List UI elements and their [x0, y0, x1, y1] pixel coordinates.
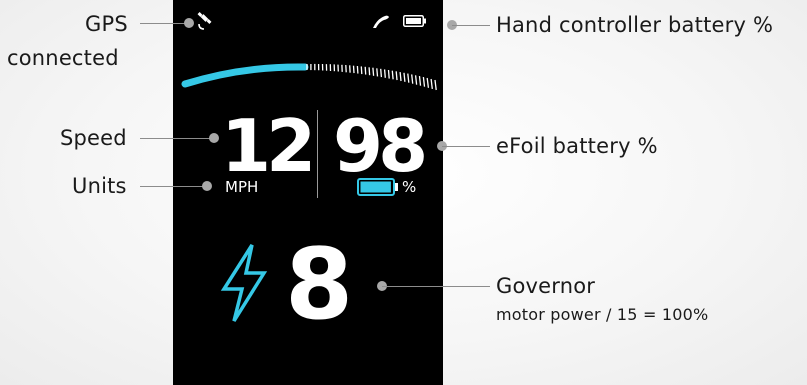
gps-marker-dot — [184, 18, 194, 28]
units-label: Units — [72, 174, 127, 198]
arc-tick — [407, 73, 410, 83]
efoil-battery-label: eFoil battery % — [496, 134, 658, 158]
divider — [317, 110, 318, 198]
speed-leader-line — [140, 138, 212, 139]
governor-subtitle: motor power / 15 = 100% — [496, 305, 709, 324]
arc-tick — [411, 74, 414, 84]
speed-marker-dot — [209, 133, 219, 143]
efoil-battery-value: 98 — [333, 104, 428, 188]
speed-arc-ticks — [306, 63, 437, 91]
arc-tick — [430, 78, 433, 89]
governor-leader-line — [382, 286, 490, 287]
arc-tick — [352, 65, 355, 74]
gps-label-connected: connected — [7, 46, 119, 70]
gps-label: GPS — [85, 12, 128, 36]
efoil-battery-icon — [357, 178, 398, 196]
units-marker-dot — [202, 181, 212, 191]
arc-tick — [395, 71, 398, 81]
speed-arc-gauge — [181, 63, 437, 91]
governor-value: 8 — [285, 228, 353, 342]
arc-tick — [434, 79, 437, 91]
arc-tick — [360, 66, 363, 75]
hand-battery-leader-line — [452, 25, 490, 26]
arc-tick — [414, 75, 418, 85]
arc-tick — [356, 65, 359, 74]
battery-icon — [403, 15, 426, 27]
arc-tick — [403, 72, 406, 82]
arc-tick — [426, 77, 430, 88]
lightning-bolt-icon — [220, 244, 268, 322]
arc-tick — [399, 72, 402, 82]
arc-tick — [387, 69, 390, 79]
hand-controller-icon — [373, 15, 389, 28]
governor-label: Governor — [496, 274, 596, 298]
satellite-icon — [197, 12, 212, 30]
arc-tick — [422, 77, 426, 87]
arc-tick — [391, 70, 394, 80]
arc-tick — [380, 68, 383, 78]
arc-tick — [372, 67, 375, 76]
speed-value: 12 — [221, 104, 316, 188]
device-screen: 12 MPH 98 % 8 — [173, 0, 443, 385]
arc-tick — [418, 76, 422, 86]
arc-tick — [376, 68, 379, 77]
units-leader-line — [140, 186, 206, 187]
speed-unit: MPH — [225, 178, 259, 196]
speed-label: Speed — [60, 126, 127, 150]
hand-battery-label: Hand controller battery % — [496, 13, 774, 37]
arc-tick — [368, 67, 371, 76]
arc-tick — [383, 69, 386, 78]
arc-tick — [364, 66, 367, 75]
efoil-battery-leader-line — [442, 146, 490, 147]
gps-leader-line — [140, 23, 188, 24]
efoil-battery-unit: % — [402, 178, 417, 196]
